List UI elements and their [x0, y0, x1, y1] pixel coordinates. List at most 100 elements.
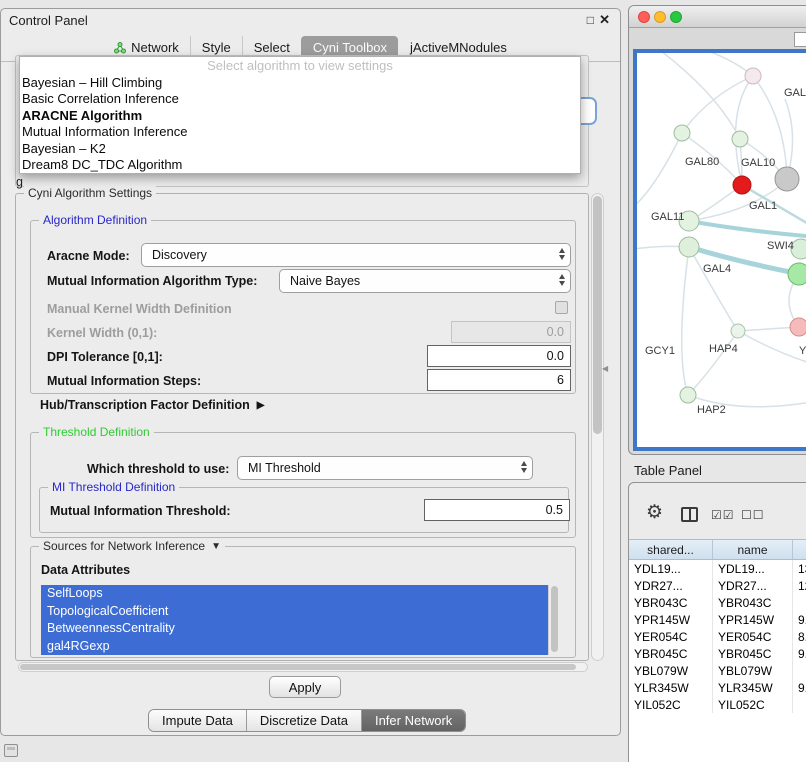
table-row[interactable]: YBR045CYBR045C9.: [629, 645, 806, 662]
dropdown-placeholder: Select algorithm to view settings: [20, 57, 580, 75]
sources-toggle[interactable]: Sources for Network Inference ▼: [39, 539, 225, 553]
combo-stepper-icon: [521, 461, 527, 473]
algorithm-option[interactable]: Bayesian – Hill Climbing: [20, 75, 580, 91]
settings-scrollbar[interactable]: [591, 193, 604, 661]
network-node[interactable]: [775, 167, 799, 191]
network-edge[interactable]: [657, 53, 740, 139]
table-row[interactable]: YDL19...YDL19...13: [629, 560, 806, 577]
mi-steps-input[interactable]: 6: [427, 369, 571, 391]
panel-divider-handle[interactable]: ◀: [602, 364, 608, 373]
network-edge[interactable]: [738, 331, 806, 365]
attribute-item[interactable]: gal4RGexp: [41, 638, 559, 656]
table-cell: YPR145W: [713, 611, 793, 628]
table-cell: YDL19...: [713, 560, 793, 577]
tab-label: Style: [202, 40, 231, 56]
attribute-item[interactable]: BetweennessCentrality: [41, 620, 559, 638]
close-icon[interactable]: ✕: [599, 12, 610, 28]
table-row[interactable]: YDR27...YDR27...12: [629, 577, 806, 594]
network-edge[interactable]: [689, 221, 806, 237]
which-threshold-combobox[interactable]: MI Threshold: [237, 456, 533, 480]
network-node[interactable]: [790, 318, 806, 336]
network-node[interactable]: [674, 125, 690, 141]
settings-gear-icon[interactable]: ⚙: [646, 503, 663, 522]
network-node[interactable]: [679, 237, 699, 257]
table-panel-title: Table Panel: [634, 463, 702, 478]
float-window-icon[interactable]: □: [587, 13, 594, 27]
collapsed-panel-icon[interactable]: [4, 744, 18, 757]
scrollbar-thumb[interactable]: [551, 586, 558, 652]
hub-definition-toggle[interactable]: Hub/Transcription Factor Definition ▶: [40, 398, 264, 412]
close-traffic-light[interactable]: [638, 11, 650, 23]
tab-impute-data[interactable]: Impute Data: [149, 710, 246, 731]
aracne-mode-combobox[interactable]: Discovery: [141, 243, 571, 267]
network-edge[interactable]: [688, 331, 738, 395]
table-cell: YLR345W: [629, 679, 713, 696]
table-cell: YDR27...: [629, 577, 713, 594]
network-node[interactable]: [732, 131, 748, 147]
dpi-tolerance-input[interactable]: 0.0: [427, 345, 571, 367]
mi-type-combobox[interactable]: Naive Bayes: [279, 269, 571, 293]
table-row[interactable]: YLR345WYLR345W9.: [629, 679, 806, 696]
combo-stepper-icon: [559, 248, 565, 260]
expand-arrow-icon: ▶: [257, 400, 265, 411]
network-canvas[interactable]: GALGAL80GAL10GAL1GAL11SWI4GAL4GCY1HAP4YH…: [637, 53, 806, 447]
algorithm-definition-title: Algorithm Definition: [39, 213, 151, 227]
algorithm-option[interactable]: Dream8 DC_TDC Algorithm: [20, 157, 580, 173]
zoom-traffic-light[interactable]: [670, 11, 682, 23]
network-node[interactable]: [733, 176, 751, 194]
algorithm-option[interactable]: Mutual Information Inference: [20, 124, 580, 140]
combo-value: MI Threshold: [248, 461, 321, 475]
obscured-text-fragment: g: [16, 175, 23, 189]
table-row[interactable]: YPR145WYPR145W9.: [629, 611, 806, 628]
algorithm-definition-group: Algorithm Definition Aracne Mode: Discov…: [30, 220, 576, 394]
network-toolbar-fragment: [794, 32, 806, 47]
table-cell: YLR345W: [713, 679, 793, 696]
algorithm-option[interactable]: Bayesian – K2: [20, 141, 580, 157]
select-all-icon[interactable]: ☑☑: [711, 508, 735, 522]
column-selector-icon[interactable]: [681, 507, 698, 522]
manual-kernel-checkbox[interactable]: [555, 301, 568, 314]
network-node[interactable]: [745, 68, 761, 84]
kernel-width-input[interactable]: 0.0: [451, 321, 571, 343]
attribute-item[interactable]: SelfLoops: [41, 585, 559, 603]
network-window: GALGAL80GAL10GAL1GAL11SWI4GAL4GCY1HAP4YH…: [628, 5, 806, 455]
scrollbar-thumb[interactable]: [20, 664, 576, 670]
network-node[interactable]: [788, 263, 806, 285]
table-cell: 9.: [793, 679, 806, 696]
bottom-tabbar: Impute Data Discretize Data Infer Networ…: [148, 709, 466, 732]
table-row[interactable]: YIL052CYIL052C: [629, 696, 806, 713]
settings-hscrollbar[interactable]: [18, 662, 588, 672]
network-edge[interactable]: [637, 133, 682, 209]
network-edge[interactable]: [682, 247, 689, 395]
network-node[interactable]: [680, 387, 696, 403]
combo-value: Naive Bayes: [290, 274, 360, 288]
mi-threshold-input[interactable]: 0.5: [424, 499, 570, 521]
table-row[interactable]: YBL079WYBL079W: [629, 662, 806, 679]
apply-button[interactable]: Apply: [269, 676, 341, 698]
table-cell: 8.: [793, 628, 806, 645]
column-header-shared-name[interactable]: shared...: [629, 540, 713, 559]
list-scrollbar[interactable]: [548, 585, 559, 655]
tab-discretize-data[interactable]: Discretize Data: [246, 710, 361, 731]
algorithm-option[interactable]: ARACNE Algorithm: [20, 108, 580, 124]
attribute-items: SelfLoopsTopologicalCoefficientBetweenne…: [41, 585, 559, 655]
table-cell: YPR145W: [629, 611, 713, 628]
table-cell: [793, 594, 806, 611]
deselect-all-icon[interactable]: ☐☐: [741, 508, 765, 522]
scrollbar-thumb[interactable]: [593, 196, 602, 434]
network-edge[interactable]: [697, 53, 753, 76]
table-header-row: shared... name: [629, 540, 806, 560]
attribute-item[interactable]: TopologicalCoefficient: [41, 603, 559, 621]
column-header-clipped[interactable]: [793, 540, 806, 559]
mi-threshold-group: MI Threshold Definition Mutual Informati…: [39, 487, 569, 533]
table-cell: 12: [793, 577, 806, 594]
network-node[interactable]: [731, 324, 745, 338]
algorithm-option[interactable]: Basic Correlation Inference: [20, 91, 580, 107]
mi-threshold-label: Mutual Information Threshold:: [50, 504, 231, 518]
minimize-traffic-light[interactable]: [654, 11, 666, 23]
table-row[interactable]: YER054CYER054C8.: [629, 628, 806, 645]
network-window-titlebar[interactable]: [629, 6, 806, 28]
table-row[interactable]: YBR043CYBR043C: [629, 594, 806, 611]
column-header-name[interactable]: name: [713, 540, 793, 559]
tab-infer-network[interactable]: Infer Network: [361, 710, 465, 731]
